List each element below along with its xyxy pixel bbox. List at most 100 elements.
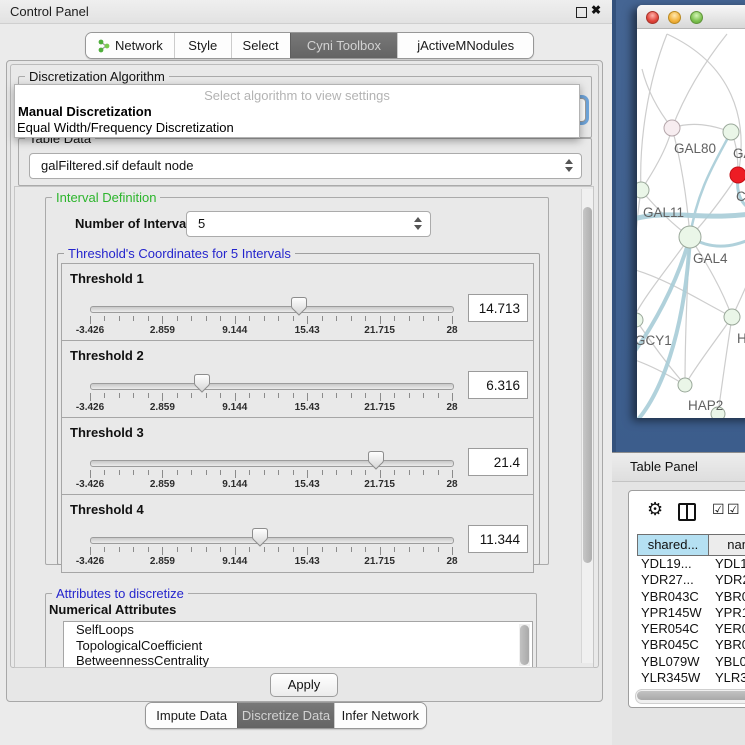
number-of-intervals-combobox[interactable]: 5 — [186, 211, 431, 237]
table-row[interactable]: YER054CYER054C — [637, 621, 745, 637]
list-item[interactable]: BetweennessCentrality — [64, 653, 532, 668]
list-scrollbar[interactable] — [519, 624, 530, 666]
tab-network[interactable]: Network — [86, 33, 174, 58]
tick — [148, 393, 149, 398]
apply-button[interactable]: Apply — [270, 673, 338, 697]
control-panel-window: Control Panel ✖ Network Style Select Cyn… — [0, 0, 612, 745]
minimize-window-icon[interactable] — [668, 11, 681, 24]
threshold-value-field[interactable]: 14.713 — [468, 294, 528, 322]
slider-track[interactable] — [90, 537, 454, 544]
tab-discretize-data[interactable]: Discretize Data — [237, 703, 333, 728]
list-item[interactable]: SelfLoops — [64, 622, 532, 638]
tick — [278, 547, 279, 552]
node-label: C — [736, 189, 745, 204]
tick — [249, 547, 250, 552]
close-icon[interactable]: ✖ — [591, 3, 601, 17]
settings-scrollbar[interactable] — [581, 189, 594, 663]
tick — [438, 470, 439, 475]
slider-track[interactable] — [90, 306, 454, 313]
tick — [380, 547, 381, 555]
tab-style[interactable]: Style — [174, 33, 231, 58]
algorithm-dropdown-popup: Select algorithm to view settings Manual… — [14, 84, 580, 138]
tick-label: -3.426 — [76, 556, 104, 567]
network-nodes — [637, 120, 745, 418]
threshold-value-field[interactable]: 11.344 — [468, 525, 528, 553]
float-window-icon[interactable] — [576, 7, 587, 18]
table-hscrollbar[interactable] — [635, 689, 745, 704]
threshold-value-field[interactable]: 6.316 — [468, 371, 528, 399]
node-gal11[interactable] — [637, 182, 649, 198]
node-hap2[interactable] — [678, 378, 692, 392]
tab-jactivemnodules[interactable]: jActiveMNodules — [397, 33, 533, 58]
close-window-icon[interactable] — [646, 11, 659, 24]
tick — [423, 393, 424, 398]
tick — [119, 470, 120, 475]
checkbox-icon[interactable]: ☑ — [727, 501, 740, 518]
node-gal80[interactable] — [664, 120, 680, 136]
table-row[interactable]: YBR045CYBR045C — [637, 637, 745, 653]
dropdown-item-equal-width-frequency[interactable]: Equal Width/Frequency Discretization — [17, 120, 234, 135]
table-cell: YDR27... — [709, 572, 745, 588]
table-cell: YDR27... — [637, 572, 709, 588]
tick-label: -3.426 — [76, 402, 104, 413]
slider-thumb[interactable] — [368, 451, 384, 470]
tick-label: 28 — [446, 479, 457, 490]
tick — [307, 470, 308, 478]
slider-scale: -3.4262.8599.14415.4321.71528 — [90, 470, 452, 494]
threshold-value-field[interactable]: 21.4 — [468, 448, 528, 476]
control-panel-tabbar: Network Style Select Cyni Toolbox jActiv… — [85, 32, 534, 59]
slider-thumb[interactable] — [291, 297, 307, 316]
tick — [104, 470, 105, 475]
table-row[interactable]: YBR043CYBR043C — [637, 589, 745, 605]
column-header-shared-name[interactable]: shared... — [637, 534, 709, 556]
node-ga[interactable] — [723, 124, 739, 140]
table-row[interactable]: YPR145WYPR145W — [637, 605, 745, 621]
node-h[interactable] — [724, 309, 740, 325]
slider-thumb[interactable] — [252, 528, 268, 547]
tick — [90, 547, 91, 555]
tick — [293, 316, 294, 321]
slider-thumb[interactable] — [194, 374, 210, 393]
tab-impute-data[interactable]: Impute Data — [146, 703, 237, 728]
table-row[interactable]: YBL079WYBL079W — [637, 654, 745, 670]
table-row[interactable]: YDL19...YDL19... — [637, 556, 745, 572]
tick — [351, 316, 352, 321]
tick — [90, 316, 91, 324]
scrollbar-thumb[interactable] — [583, 207, 592, 563]
tab-cyni-toolbox[interactable]: Cyni Toolbox — [290, 33, 398, 58]
node-selected-red[interactable] — [730, 167, 745, 183]
tick-label: 15.43 — [295, 325, 320, 336]
list-item[interactable]: TopologicalCoefficient — [64, 638, 532, 654]
tick — [336, 393, 337, 398]
checkbox-icon[interactable]: ☑ — [712, 501, 725, 518]
slider-scale: -3.4262.8599.14415.4321.71528 — [90, 547, 452, 571]
network-canvas[interactable]: GAL80 GA C GAL11 GAL4 GCY1 H HAP2 — [637, 29, 745, 418]
table-row[interactable]: YLR345WYLR345W — [637, 670, 745, 686]
column-header-name[interactable]: name — [709, 534, 745, 556]
scrollbar-thumb[interactable] — [637, 691, 745, 700]
tick — [191, 547, 192, 552]
node-gcy1[interactable] — [637, 313, 643, 327]
table-data-combobox[interactable]: galFiltered.sif default node — [29, 153, 582, 179]
table-row[interactable]: YDR27...YDR27... — [637, 572, 745, 588]
node-gal4[interactable] — [679, 226, 701, 248]
tick — [380, 470, 381, 478]
table-cell: YBL079W — [637, 654, 709, 670]
slider-track[interactable] — [90, 460, 454, 467]
dropdown-item-manual-discretization[interactable]: Manual Discretization — [18, 104, 152, 119]
tick — [264, 547, 265, 552]
tab-select[interactable]: Select — [231, 33, 290, 58]
tick — [148, 316, 149, 321]
gear-icon[interactable]: ⚙ — [647, 499, 663, 520]
slider-track[interactable] — [90, 383, 454, 390]
tick — [206, 470, 207, 475]
tick — [365, 393, 366, 398]
zoom-window-icon[interactable] — [690, 11, 703, 24]
threshold-label: Threshold 3 — [70, 425, 144, 440]
tab-label: Discretize Data — [242, 704, 330, 727]
split-columns-icon[interactable] — [678, 503, 696, 521]
tab-infer-network[interactable]: Infer Network — [334, 703, 426, 728]
tick — [235, 470, 236, 478]
tick-label: 2.859 — [150, 325, 175, 336]
tick — [394, 547, 395, 552]
